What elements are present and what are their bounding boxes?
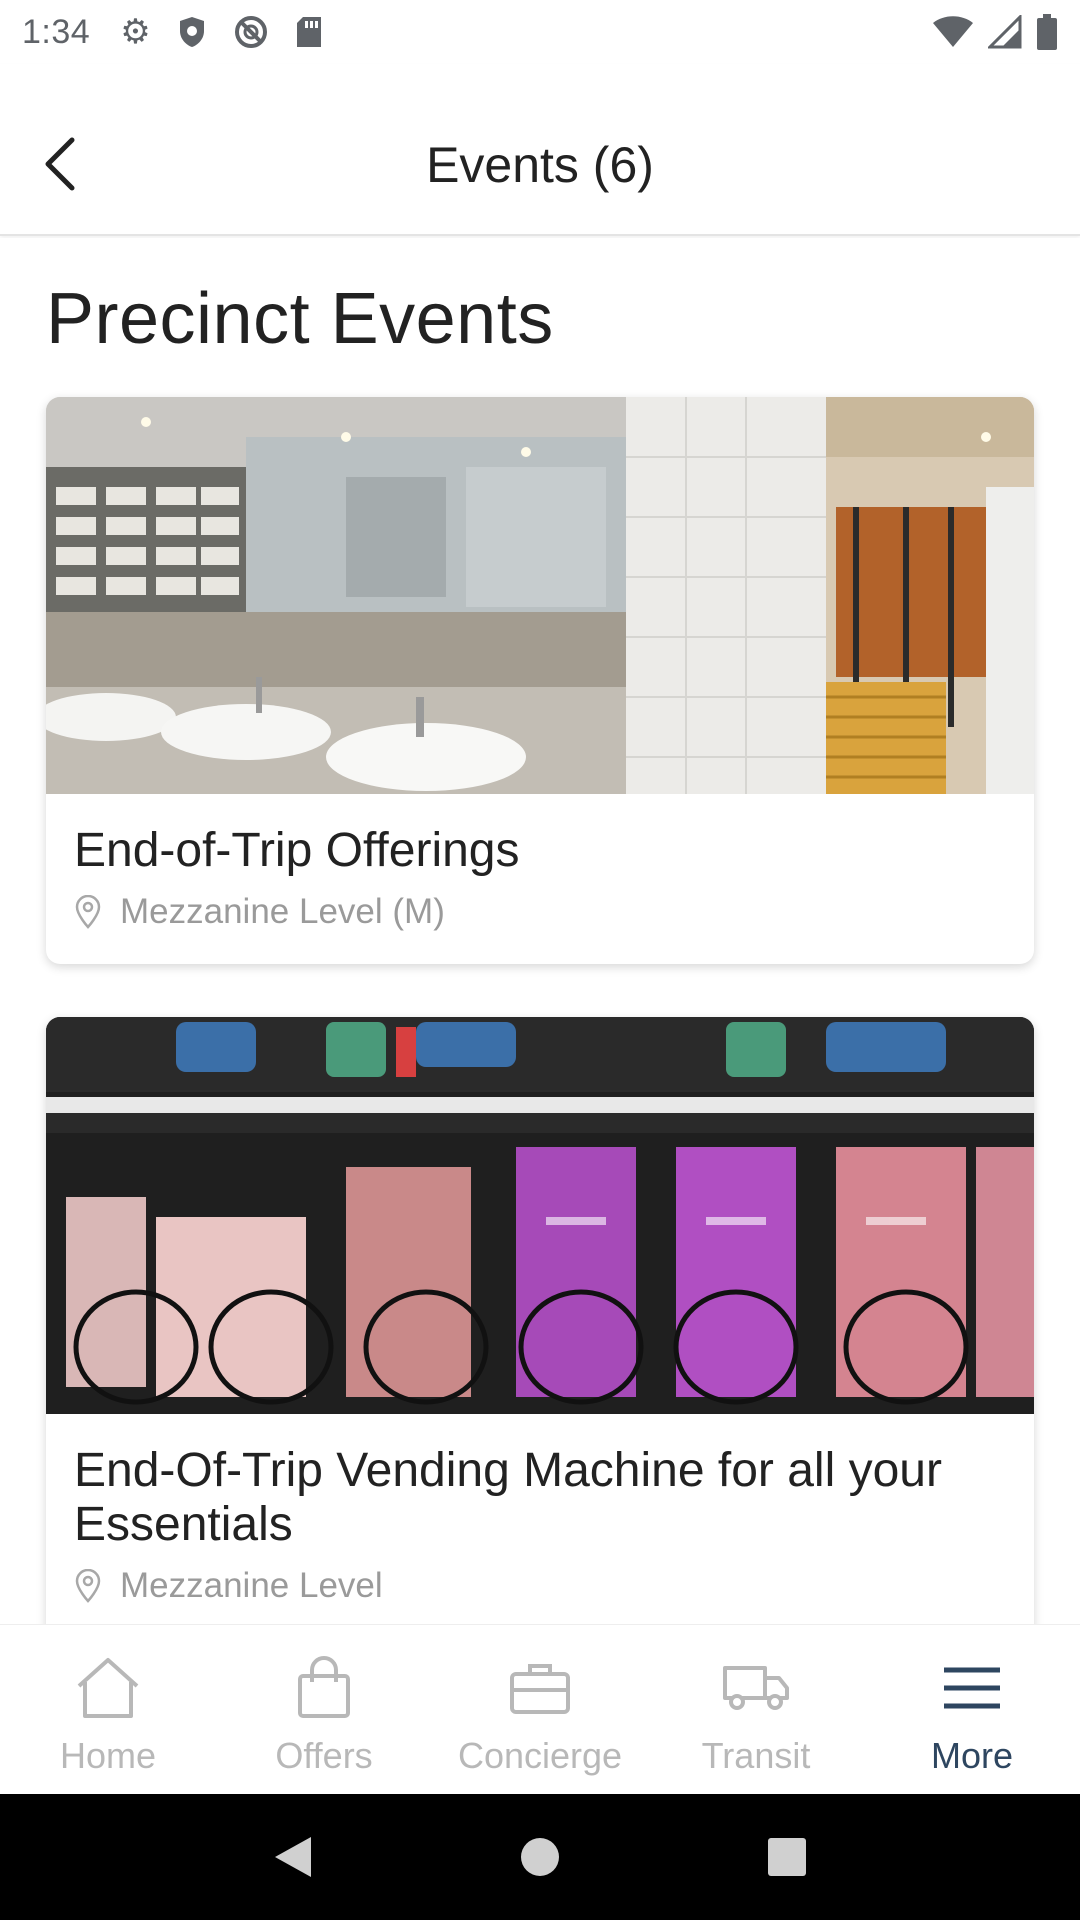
vending-machine-photo <box>46 1017 1034 1414</box>
nav-item-more[interactable]: More <box>864 1625 1080 1794</box>
menu-icon <box>942 1653 1002 1723</box>
system-back-button[interactable] <box>253 1817 333 1897</box>
triangle-back-icon <box>275 1837 312 1877</box>
page-title: Events (6) <box>426 137 654 193</box>
bathroom-photo <box>46 397 1034 794</box>
status-time: 1:34 <box>22 12 91 51</box>
nav-label: Offers <box>275 1735 373 1776</box>
section-title: Precinct Events <box>46 279 554 359</box>
square-recents-icon <box>767 1838 806 1876</box>
system-home-button[interactable] <box>500 1817 580 1897</box>
system-navigation-bar <box>0 1794 1080 1920</box>
shopping-bag-icon <box>294 1653 354 1723</box>
event-location-text: Mezzanine Level <box>120 1566 383 1605</box>
event-location: Mezzanine Level (M) <box>46 878 1034 932</box>
do-not-disturb-icon <box>234 16 267 48</box>
cellular-signal-icon <box>988 15 1022 49</box>
system-recents-button[interactable] <box>747 1817 827 1897</box>
event-image <box>46 397 1034 794</box>
nav-item-transit[interactable]: Transit <box>648 1625 864 1794</box>
settings-icon: ⚙ <box>120 13 151 51</box>
location-pin-icon <box>75 895 101 929</box>
home-icon <box>73 1653 143 1723</box>
sd-card-icon <box>296 17 321 47</box>
circle-home-icon <box>520 1838 559 1876</box>
event-list[interactable]: Precinct Events End-of-Trip Offerings Me… <box>0 238 1080 1624</box>
nav-item-concierge[interactable]: Concierge <box>432 1625 648 1794</box>
location-pin-icon <box>75 1569 101 1603</box>
bottom-navigation: Home Offers Concierge Transit More <box>0 1624 1080 1794</box>
event-card[interactable]: End-Of-Trip Vending Machine for all your… <box>46 1017 1034 1624</box>
truck-icon <box>721 1653 791 1723</box>
event-image <box>46 1017 1034 1414</box>
event-title: End-Of-Trip Vending Machine for all your… <box>74 1444 942 1551</box>
battery-icon <box>1037 14 1057 50</box>
status-system-icons <box>932 14 1058 50</box>
event-location-text: Mezzanine Level (M) <box>120 892 445 931</box>
nav-label: Transit <box>701 1735 811 1776</box>
nav-item-offers[interactable]: Offers <box>216 1625 432 1794</box>
status-bar: 1:34 ⚙ <box>0 0 1080 64</box>
shield-icon <box>179 17 204 47</box>
event-location: Mezzanine Level <box>46 1552 1034 1606</box>
event-card[interactable]: End-of-Trip Offerings Mezzanine Level (M… <box>46 397 1034 964</box>
event-title: End-of-Trip Offerings <box>74 824 520 877</box>
nav-label: More <box>930 1735 1014 1776</box>
status-notification-icons: ⚙ <box>120 14 322 50</box>
nav-label: Home <box>59 1735 157 1776</box>
nav-item-home[interactable]: Home <box>0 1625 216 1794</box>
briefcase-icon <box>508 1653 572 1723</box>
app-header: Events (6) <box>0 64 1080 236</box>
nav-label: Concierge <box>457 1735 623 1776</box>
wifi-icon <box>933 16 973 47</box>
